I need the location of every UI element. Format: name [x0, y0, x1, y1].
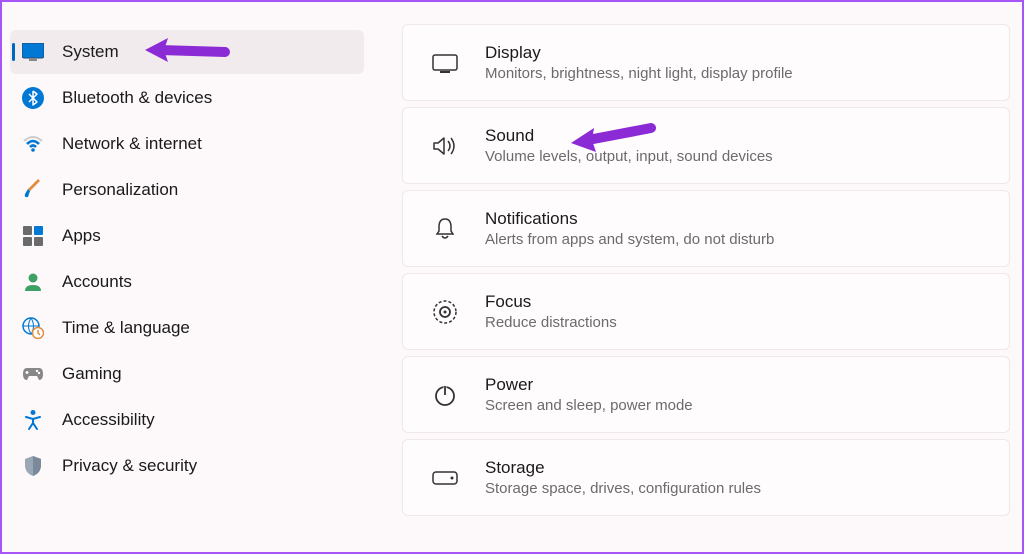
- card-text: Display Monitors, brightness, night ligh…: [485, 43, 793, 82]
- card-desc: Storage space, drives, configuration rul…: [485, 480, 761, 497]
- sidebar-item-apps[interactable]: Apps: [10, 214, 364, 258]
- speaker-icon: [431, 132, 459, 160]
- card-desc: Reduce distractions: [485, 314, 617, 331]
- brush-icon: [22, 179, 44, 201]
- sidebar-item-label: Gaming: [62, 364, 122, 384]
- main-panel: Display Monitors, brightness, night ligh…: [372, 2, 1022, 552]
- card-desc: Volume levels, output, input, sound devi…: [485, 148, 773, 165]
- bluetooth-icon: [22, 87, 44, 109]
- sidebar-item-label: Privacy & security: [62, 456, 197, 476]
- sidebar-item-label: System: [62, 42, 119, 62]
- card-storage[interactable]: Storage Storage space, drives, configura…: [402, 439, 1010, 516]
- person-icon: [22, 271, 44, 293]
- sidebar-item-personalization[interactable]: Personalization: [10, 168, 364, 212]
- card-title: Focus: [485, 292, 617, 312]
- card-title: Power: [485, 375, 693, 395]
- card-power[interactable]: Power Screen and sleep, power mode: [402, 356, 1010, 433]
- power-icon: [431, 381, 459, 409]
- wifi-icon: [22, 133, 44, 155]
- card-text: Storage Storage space, drives, configura…: [485, 458, 761, 497]
- card-display[interactable]: Display Monitors, brightness, night ligh…: [402, 24, 1010, 101]
- card-title: Notifications: [485, 209, 774, 229]
- focus-icon: [431, 298, 459, 326]
- sidebar-item-label: Time & language: [62, 318, 190, 338]
- card-sound[interactable]: Sound Volume levels, output, input, soun…: [402, 107, 1010, 184]
- sidebar-item-gaming[interactable]: Gaming: [10, 352, 364, 396]
- sidebar-item-accessibility[interactable]: Accessibility: [10, 398, 364, 442]
- sidebar-item-label: Accounts: [62, 272, 132, 292]
- sidebar-item-time[interactable]: Time & language: [10, 306, 364, 350]
- card-title: Display: [485, 43, 793, 63]
- card-desc: Screen and sleep, power mode: [485, 397, 693, 414]
- card-focus[interactable]: Focus Reduce distractions: [402, 273, 1010, 350]
- shield-icon: [22, 455, 44, 477]
- sidebar-item-bluetooth[interactable]: Bluetooth & devices: [10, 76, 364, 120]
- system-icon: [22, 41, 44, 63]
- apps-icon: [22, 225, 44, 247]
- bell-icon: [431, 215, 459, 243]
- card-desc: Monitors, brightness, night light, displ…: [485, 65, 793, 82]
- card-notifications[interactable]: Notifications Alerts from apps and syste…: [402, 190, 1010, 267]
- globe-clock-icon: [22, 317, 44, 339]
- drive-icon: [431, 464, 459, 492]
- sidebar-item-label: Apps: [62, 226, 101, 246]
- card-title: Sound: [485, 126, 773, 146]
- card-text: Focus Reduce distractions: [485, 292, 617, 331]
- sidebar: System Bluetooth & devices Network & int…: [2, 2, 372, 552]
- sidebar-item-label: Bluetooth & devices: [62, 88, 212, 108]
- sidebar-item-network[interactable]: Network & internet: [10, 122, 364, 166]
- card-text: Notifications Alerts from apps and syste…: [485, 209, 774, 248]
- sidebar-item-system[interactable]: System: [10, 30, 364, 74]
- monitor-icon: [431, 49, 459, 77]
- sidebar-item-label: Accessibility: [62, 410, 155, 430]
- accessibility-icon: [22, 409, 44, 431]
- sidebar-item-accounts[interactable]: Accounts: [10, 260, 364, 304]
- sidebar-item-label: Personalization: [62, 180, 178, 200]
- card-text: Sound Volume levels, output, input, soun…: [485, 126, 773, 165]
- card-title: Storage: [485, 458, 761, 478]
- gaming-icon: [22, 363, 44, 385]
- card-desc: Alerts from apps and system, do not dist…: [485, 231, 774, 248]
- card-text: Power Screen and sleep, power mode: [485, 375, 693, 414]
- sidebar-item-privacy[interactable]: Privacy & security: [10, 444, 364, 488]
- sidebar-item-label: Network & internet: [62, 134, 202, 154]
